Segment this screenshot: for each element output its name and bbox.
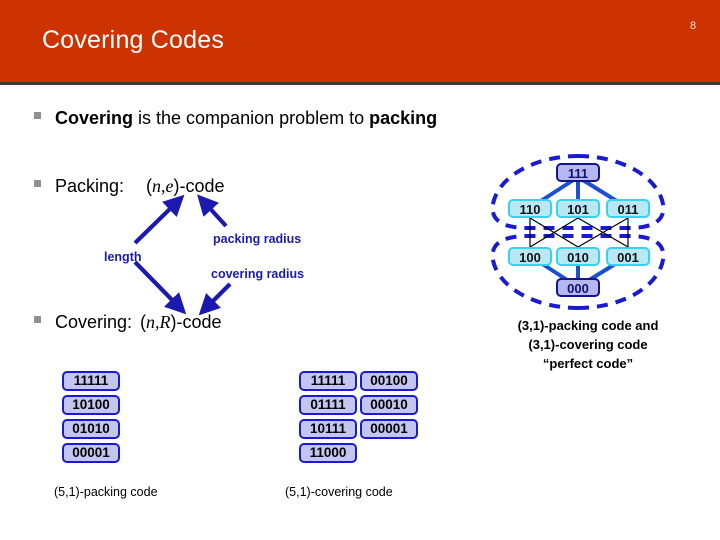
bullet-covering-middle: is the companion problem to (133, 108, 370, 128)
lattice-node-010[interactable]: 010 (556, 247, 600, 266)
bullet-covering-companion: Covering is the companion problem to pac… (34, 108, 437, 129)
arrow-length-to-packing (133, 194, 185, 245)
covering-table-caption: (5,1)-covering code (285, 485, 393, 499)
lattice-node-011[interactable]: 011 (606, 199, 650, 218)
lattice-node-101[interactable]: 101 (556, 199, 600, 218)
label-length: length (104, 250, 142, 264)
covering-codeword[interactable]: 01111 (299, 395, 357, 415)
page-title: Covering Codes (42, 26, 225, 54)
covering-codeword[interactable]: 11000 (299, 443, 357, 463)
packing-code-e: e (165, 176, 174, 196)
covering-codeword[interactable]: 00100 (360, 371, 418, 391)
lattice-node-110[interactable]: 110 (508, 199, 552, 218)
hypercube-lattice-diagram: 111 110 101 011 100 010 001 000 (478, 150, 678, 315)
arrow-covering-radius (198, 282, 232, 316)
covering-codeword[interactable]: 10111 (299, 419, 357, 439)
bullet-covering-definition: Covering: (n,R)-code (34, 312, 222, 333)
perfect-caption-line2: (3,1)-covering code (528, 337, 648, 352)
perfect-code-caption: (3,1)-packing code and (3,1)-covering co… (480, 316, 696, 373)
lattice-node-001[interactable]: 001 (606, 247, 650, 266)
bullet-square-icon (34, 180, 41, 187)
arrow-length-to-covering (133, 260, 187, 315)
packing-table-caption: (5,1)-packing code (54, 485, 158, 499)
label-packing-radius: packing radius (213, 232, 302, 246)
covering-code-n: n (146, 312, 156, 332)
lattice-node-100[interactable]: 100 (508, 247, 552, 266)
lattice-node-111[interactable]: 111 (556, 163, 600, 182)
covering-code-R: R (159, 312, 171, 332)
packing-code-close: )-code (173, 176, 225, 196)
packing-codeword[interactable]: 01010 (62, 419, 120, 439)
bullet-covering-word: Covering (55, 108, 134, 128)
label-covering-radius: covering radius (211, 267, 305, 281)
header-divider (0, 82, 720, 85)
covering-label: Covering: (55, 312, 133, 332)
covering-codeword[interactable]: 11111 (299, 371, 357, 391)
covering-codeword[interactable]: 00001 (360, 419, 418, 439)
page-number: 8 (690, 20, 697, 32)
arrow-packing-radius (197, 194, 228, 228)
covering-codeword[interactable]: 00010 (360, 395, 418, 415)
bullet-square-icon (34, 112, 41, 119)
bullet-square-icon (34, 316, 41, 323)
slide-canvas: Covering Codes 8 Covering is the compani… (0, 0, 720, 540)
packing-codeword[interactable]: 00001 (62, 443, 120, 463)
packing-codeword[interactable]: 11111 (62, 371, 120, 391)
perfect-caption-line1: (3,1)-packing code and (517, 318, 659, 333)
perfect-caption-line3: “perfect code” (542, 356, 634, 371)
covering-code-close: )-code (170, 312, 222, 332)
packing-code-n: n (152, 176, 162, 196)
bullet-packing-word: packing (369, 108, 438, 128)
packing-codeword[interactable]: 10100 (62, 395, 120, 415)
packing-label: Packing: (55, 176, 125, 196)
lattice-node-000[interactable]: 000 (556, 278, 600, 297)
bullet-packing-definition: Packing: (n,e)-code (34, 176, 225, 197)
